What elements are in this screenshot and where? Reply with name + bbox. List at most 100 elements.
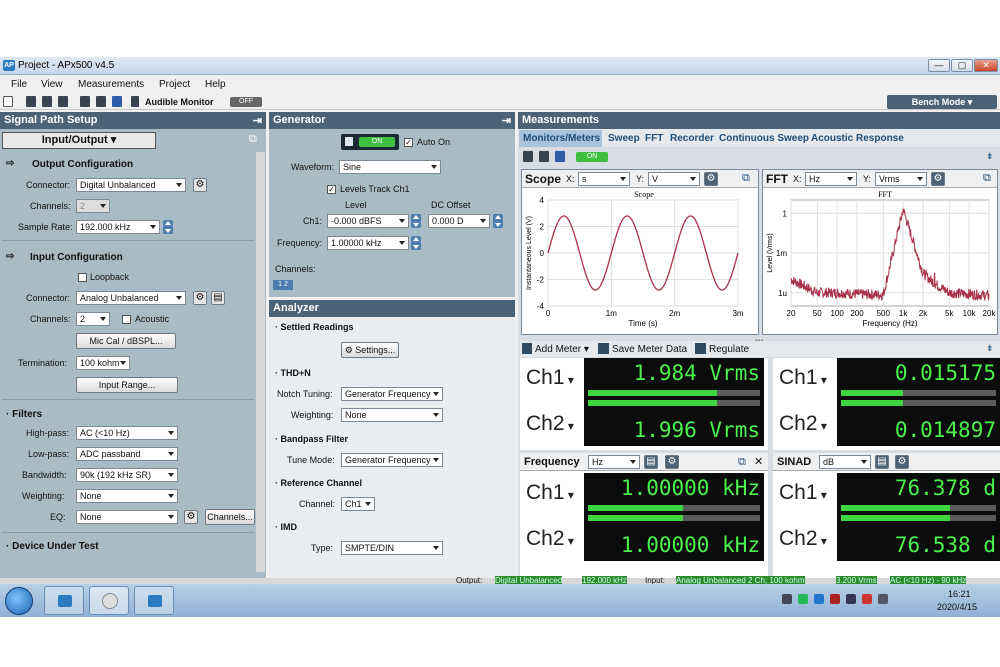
tray-icon-2[interactable] <box>798 594 808 604</box>
input-channels-field[interactable]: 2 <box>76 312 110 326</box>
tab-sweep[interactable]: Sweep <box>608 133 640 144</box>
loopback-checkbox[interactable] <box>78 273 87 282</box>
sample-rate-dropdown[interactable]: 192.000 kHz <box>76 220 160 234</box>
menu-file[interactable]: File <box>11 79 27 90</box>
tray-bluetooth-icon[interactable] <box>814 594 824 604</box>
meter-collapse-icon[interactable]: ⇟ <box>986 343 994 354</box>
frequency-close-icon[interactable]: ✕ <box>754 455 763 468</box>
fft-y-dropdown[interactable]: Vrms <box>875 172 927 186</box>
fft-popout-icon[interactable]: ⧉ <box>983 172 991 185</box>
maximize-button[interactable]: ▢ <box>951 59 973 72</box>
mic-cal-button[interactable]: Mic Cal / dBSPL... <box>76 333 176 349</box>
waveform-icon[interactable] <box>96 96 106 107</box>
input-range-button[interactable]: Input Range... <box>76 377 178 393</box>
notch-tuning-dropdown[interactable]: Generator Frequency <box>341 387 443 401</box>
frequency-unit-dropdown[interactable]: Hz <box>588 455 640 469</box>
scrollbar[interactable] <box>256 152 265 572</box>
analyzer-weighting-dropdown[interactable]: None <box>341 408 443 422</box>
acoustic-checkbox[interactable] <box>122 315 131 324</box>
imd-type-dropdown[interactable]: SMPTE/DIN <box>341 541 443 555</box>
sinad-chart-icon[interactable]: ▤ <box>875 455 889 469</box>
scope-settings-icon[interactable]: ⚙ <box>704 172 718 186</box>
menu-project[interactable]: Project <box>159 79 190 90</box>
close-button[interactable]: ✕ <box>974 59 998 72</box>
frequency-stepper[interactable] <box>411 236 421 250</box>
dc-offset-stepper[interactable] <box>493 214 503 228</box>
bluetooth-icon[interactable] <box>112 96 122 107</box>
sinad-settings-icon[interactable]: ⚙ <box>895 455 909 469</box>
scope-popout-icon[interactable]: ⧉ <box>742 172 750 185</box>
sample-rate-stepper[interactable] <box>163 220 173 234</box>
popout-icon[interactable]: ⧉ <box>249 133 257 146</box>
meas-on-toggle[interactable]: ON <box>576 152 608 162</box>
save-icon[interactable] <box>42 96 52 107</box>
menu-view[interactable]: View <box>41 79 63 90</box>
channel-buttons[interactable]: 1 2 <box>273 280 293 290</box>
auto-on-checkbox[interactable]: ✓ <box>404 138 413 147</box>
meas-settings-icon[interactable] <box>523 151 533 162</box>
input-meter-icon[interactable]: ▤ <box>211 291 225 305</box>
start-button[interactable] <box>5 587 33 615</box>
lowpass-dropdown[interactable]: ADC passband <box>76 447 178 461</box>
frequency-popout-icon[interactable]: ⧉ <box>738 456 746 469</box>
tab-monitors-meters[interactable]: Monitors/Meters <box>523 133 600 144</box>
fft-settings-icon[interactable]: ⚙ <box>931 172 945 186</box>
fft-x-dropdown[interactable]: Hz <box>805 172 857 186</box>
input-settings-icon[interactable]: ⚙ <box>193 291 207 305</box>
level-stepper[interactable] <box>411 214 421 228</box>
weighting-dropdown[interactable]: None <box>76 489 178 503</box>
termination-dropdown[interactable]: 100 kohm <box>76 356 130 370</box>
settings-icon[interactable] <box>58 96 68 107</box>
meas-bluetooth-icon[interactable] <box>555 151 565 162</box>
output-channels-field[interactable]: 2 <box>76 199 110 213</box>
add-meter-button[interactable]: Add Meter ▾ <box>535 344 589 355</box>
tray-icon-1[interactable] <box>782 594 792 604</box>
meter4-ch2-label[interactable]: Ch2 <box>779 527 827 551</box>
menu-help[interactable]: Help <box>205 79 226 90</box>
tab-acoustic-response[interactable]: Acoustic Response <box>811 133 904 144</box>
meter2-ch2-label[interactable]: Ch2 <box>779 412 827 436</box>
dc-offset-field[interactable]: 0.000 D <box>428 214 490 228</box>
generator-on-button[interactable]: ON <box>341 134 399 150</box>
meter1-ch2-label[interactable]: Ch2 <box>526 412 574 436</box>
highpass-dropdown[interactable]: AC (<10 Hz) <box>76 426 178 440</box>
tab-continuous-sweep[interactable]: Continuous Sweep <box>719 133 809 144</box>
print-icon[interactable] <box>26 96 36 107</box>
output-settings-icon[interactable]: ⚙ <box>193 178 207 192</box>
collapse-icon[interactable]: ⇟ <box>986 151 994 162</box>
settings-button[interactable]: ⚙ Settings... <box>341 342 399 358</box>
scope-y-dropdown[interactable]: V <box>648 172 700 186</box>
save-meter-data-button[interactable]: Save Meter Data <box>612 344 687 355</box>
io-selector[interactable]: Input/Output ▾ <box>2 132 156 149</box>
menu-measurements[interactable]: Measurements <box>78 79 144 90</box>
level-field[interactable]: -0.000 dBFS <box>327 214 409 228</box>
channels-button[interactable]: Channels... <box>205 509 255 525</box>
channel-dropdown[interactable]: Ch1 <box>341 497 375 511</box>
tray-icon-4[interactable] <box>830 594 840 604</box>
tray-ime-icon[interactable] <box>862 594 872 604</box>
tray-volume-icon[interactable] <box>846 594 856 604</box>
eq-settings-icon[interactable]: ⚙ <box>184 510 198 524</box>
meter3-ch1-label[interactable]: Ch1 <box>526 481 574 505</box>
scope-x-dropdown[interactable]: s <box>578 172 630 186</box>
eq-dropdown[interactable]: None <box>76 510 178 524</box>
audible-monitor-toggle[interactable]: OFF <box>230 97 262 107</box>
frequency-chart-icon[interactable]: ▤ <box>644 455 658 469</box>
frequency-field[interactable]: 1.00000 kHz <box>327 236 409 250</box>
bench-mode-dropdown[interactable]: Bench Mode ▾ <box>887 95 997 109</box>
tune-mode-dropdown[interactable]: Generator Frequency <box>341 453 443 467</box>
taskbar-app-ap2[interactable] <box>134 586 174 615</box>
meter4-ch1-label[interactable]: Ch1 <box>779 481 827 505</box>
levels-track-checkbox[interactable]: ✓ <box>327 185 336 194</box>
meter-icon[interactable] <box>80 96 90 107</box>
pin-icon[interactable]: ⇥ <box>253 114 262 127</box>
new-icon[interactable] <box>3 96 13 107</box>
output-connector-dropdown[interactable]: Digital Unbalanced <box>76 178 186 192</box>
regulate-button[interactable]: Regulate <box>709 344 749 355</box>
input-connector-dropdown[interactable]: Analog Unbalanced <box>76 291 186 305</box>
taskbar-app-media[interactable] <box>89 586 129 615</box>
taskbar-app-ap[interactable] <box>44 586 84 615</box>
waveform-dropdown[interactable]: Sine <box>339 160 441 174</box>
frequency-settings-icon[interactable]: ⚙ <box>665 455 679 469</box>
generator-pin-icon[interactable]: ⇥ <box>502 114 511 127</box>
